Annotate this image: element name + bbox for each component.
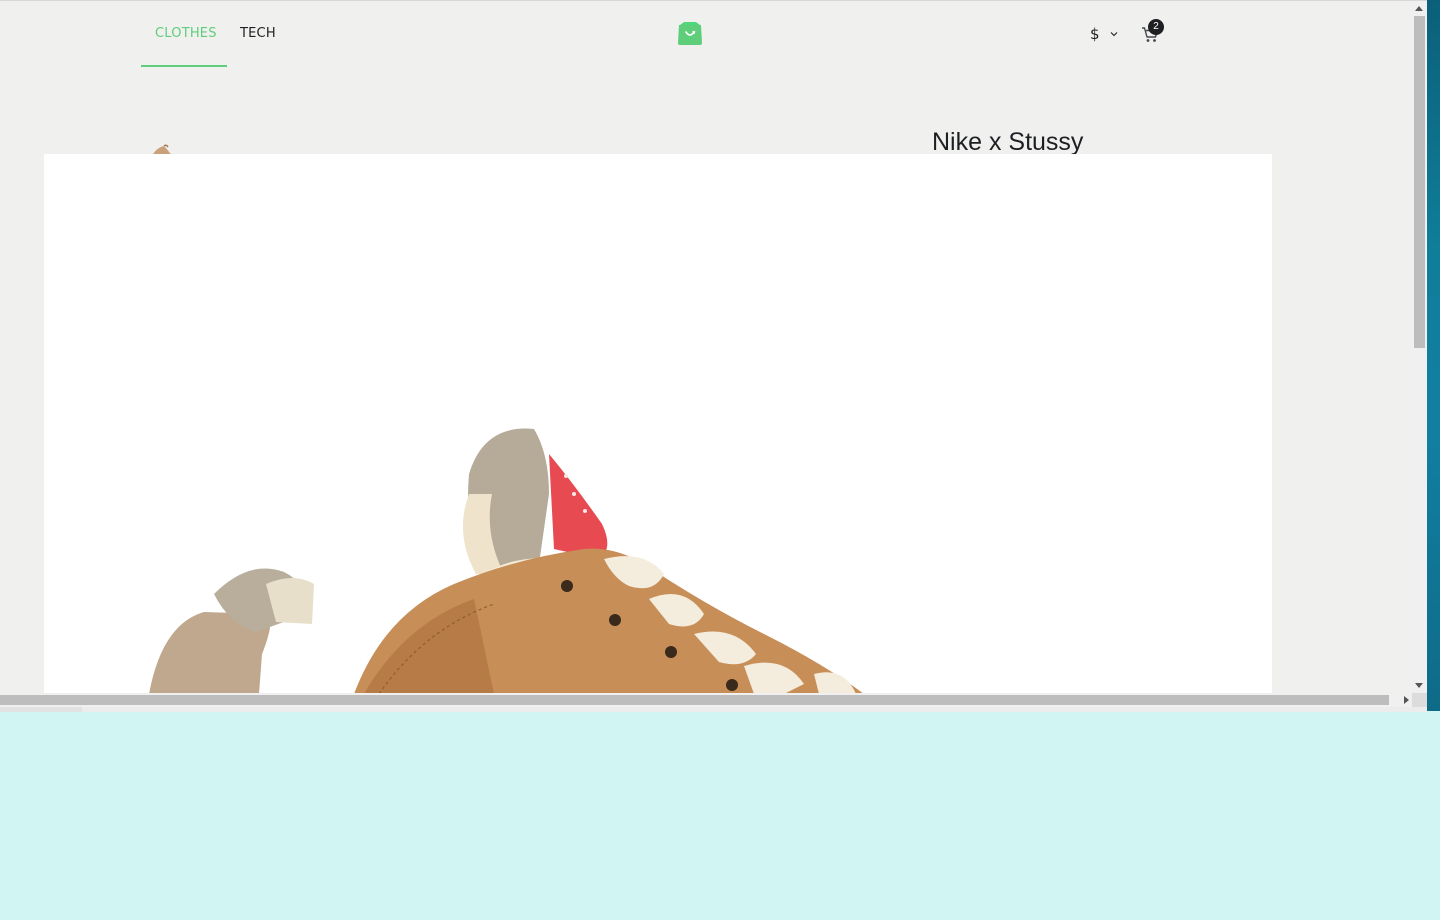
product-title: Nike x Stussy (932, 128, 1084, 156)
horizontal-scrollbar-thumb[interactable] (0, 695, 1389, 705)
site-header: CLOTHES TECH $ 2 (0, 1, 1412, 81)
status-strip-segment (0, 707, 82, 712)
product-image (149, 428, 864, 694)
cart-count-badge: 2 (1148, 19, 1164, 35)
scroll-up-icon[interactable] (1415, 6, 1423, 11)
scroll-down-icon[interactable] (1415, 683, 1423, 688)
vertical-scrollbar[interactable] (1412, 1, 1427, 693)
shopping-bag-icon[interactable] (677, 21, 703, 45)
scrollbar-corner (1412, 693, 1427, 707)
tab-clothes[interactable]: CLOTHES (141, 23, 227, 67)
product-image-overlay[interactable] (44, 154, 1272, 694)
currency-switcher[interactable]: $ (1090, 25, 1118, 43)
currency-symbol: $ (1090, 25, 1100, 43)
tab-tech[interactable]: TECH (226, 23, 290, 67)
browser-viewport: CLOTHES TECH $ 2 Nike x Stussy (0, 0, 1427, 712)
vertical-scrollbar-thumb[interactable] (1414, 16, 1425, 348)
scroll-right-icon[interactable] (1404, 696, 1409, 704)
status-strip (0, 707, 1427, 712)
horizontal-scrollbar[interactable] (0, 693, 1412, 707)
chevron-down-icon (1110, 32, 1117, 37)
desktop-background-edge (1427, 0, 1440, 711)
